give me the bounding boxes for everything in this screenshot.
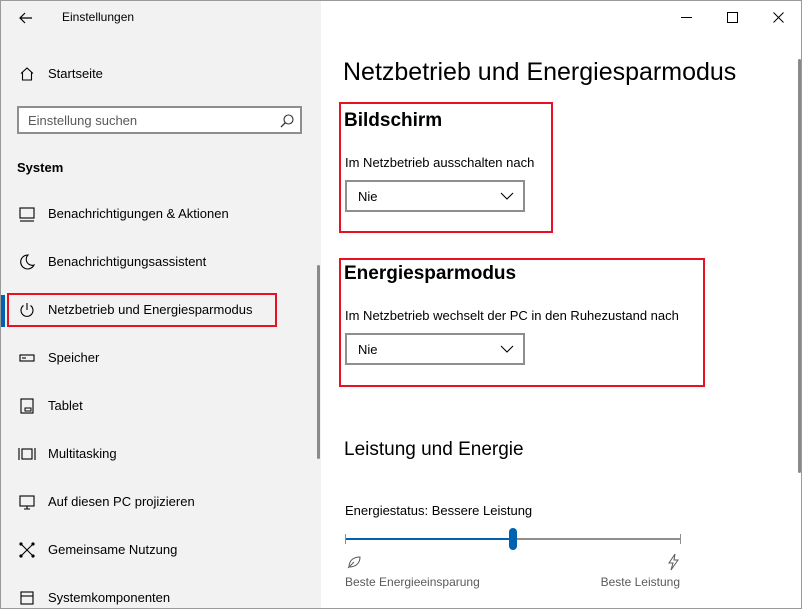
app-title: Einstellungen [62, 10, 135, 24]
settings-window: Einstellungen Startseite System [0, 0, 802, 609]
close-button[interactable] [755, 1, 801, 33]
sidebar-item-multitasking[interactable]: Multitasking [1, 434, 321, 474]
lightning-icon [668, 553, 679, 571]
dropdown-value: Nie [358, 342, 378, 357]
sleep-dropdown[interactable]: Nie [345, 333, 525, 365]
sidebar-item-tablet[interactable]: Tablet [1, 386, 321, 426]
sidebar-item-label: Benachrichtigungsassistent [48, 254, 207, 269]
sidebar-item-label: Startseite [48, 66, 103, 81]
screen-heading: Bildschirm [344, 110, 443, 131]
search-icon[interactable] [279, 113, 295, 129]
sidebar-item-storage[interactable]: Speicher [1, 338, 321, 378]
slider-tick [345, 534, 346, 544]
performance-heading: Leistung und Energie [344, 439, 524, 460]
sidebar: Einstellungen Startseite System [1, 1, 321, 608]
close-icon [772, 11, 784, 23]
sidebar-item-shared[interactable]: Gemeinsame Nutzung [1, 530, 321, 570]
maximize-button[interactable] [709, 1, 755, 33]
arrow-left-icon [19, 12, 32, 24]
sidebar-item-label: Auf diesen PC projizieren [48, 494, 195, 509]
sidebar-item-label: Gemeinsame Nutzung [48, 542, 178, 557]
components-icon [17, 588, 37, 608]
leaf-icon [347, 556, 361, 569]
sidebar-item-label: Multitasking [48, 446, 117, 461]
minimize-icon [680, 16, 692, 18]
home-icon [17, 64, 37, 84]
sleep-label: Im Netzbetrieb wechselt der PC in den Ru… [345, 308, 679, 323]
window-controls [663, 1, 801, 33]
sidebar-item-notifications[interactable]: Benachrichtigungen & Aktionen [1, 194, 321, 234]
sidebar-item-label: Benachrichtigungen & Aktionen [48, 206, 229, 221]
power-mode-slider-thumb[interactable] [509, 528, 517, 550]
section-label: System [17, 160, 64, 175]
sidebar-item-home[interactable]: Startseite [1, 54, 321, 94]
sidebar-item-label: Speicher [48, 350, 100, 365]
chevron-down-icon [500, 192, 514, 200]
share-icon [17, 540, 37, 560]
sleep-heading: Energiesparmodus [344, 263, 517, 284]
sidebar-item-focus-assist[interactable]: Benachrichtigungsassistent [1, 242, 321, 282]
dropdown-value: Nie [358, 189, 378, 204]
screen-off-dropdown[interactable]: Nie [345, 180, 525, 212]
power-mode-slider-fill [345, 538, 513, 540]
minimize-button[interactable] [663, 1, 709, 33]
back-button[interactable] [15, 7, 37, 29]
content-scrollbar[interactable] [798, 59, 801, 473]
tablet-icon [17, 396, 37, 416]
chevron-down-icon [500, 345, 514, 353]
sidebar-item-label: Systemkomponenten [48, 590, 171, 605]
power-mode-label: Energiestatus: Bessere Leistung [345, 503, 533, 518]
search-box[interactable] [17, 106, 302, 134]
maximize-icon [726, 11, 738, 23]
storage-icon [17, 348, 37, 368]
sidebar-scrollbar[interactable] [317, 265, 320, 459]
screen-off-label: Im Netzbetrieb ausschalten nach [345, 155, 535, 170]
project-icon [17, 492, 37, 512]
multitasking-icon [17, 444, 37, 464]
slider-right-label: Beste Leistung [600, 575, 680, 589]
slider-left-label: Beste Energieeinsparung [345, 575, 480, 589]
sidebar-item-project[interactable]: Auf diesen PC projizieren [1, 482, 321, 522]
highlight-box [7, 293, 277, 327]
sidebar-item-components[interactable]: Systemkomponenten [1, 578, 321, 608]
page-title: Netzbetrieb und Energiesparmodus [343, 58, 737, 86]
moon-icon [17, 252, 37, 272]
search-input[interactable] [28, 111, 268, 129]
sidebar-item-label: Tablet [48, 398, 83, 413]
slider-tick [680, 534, 681, 544]
notification-icon [17, 204, 37, 224]
